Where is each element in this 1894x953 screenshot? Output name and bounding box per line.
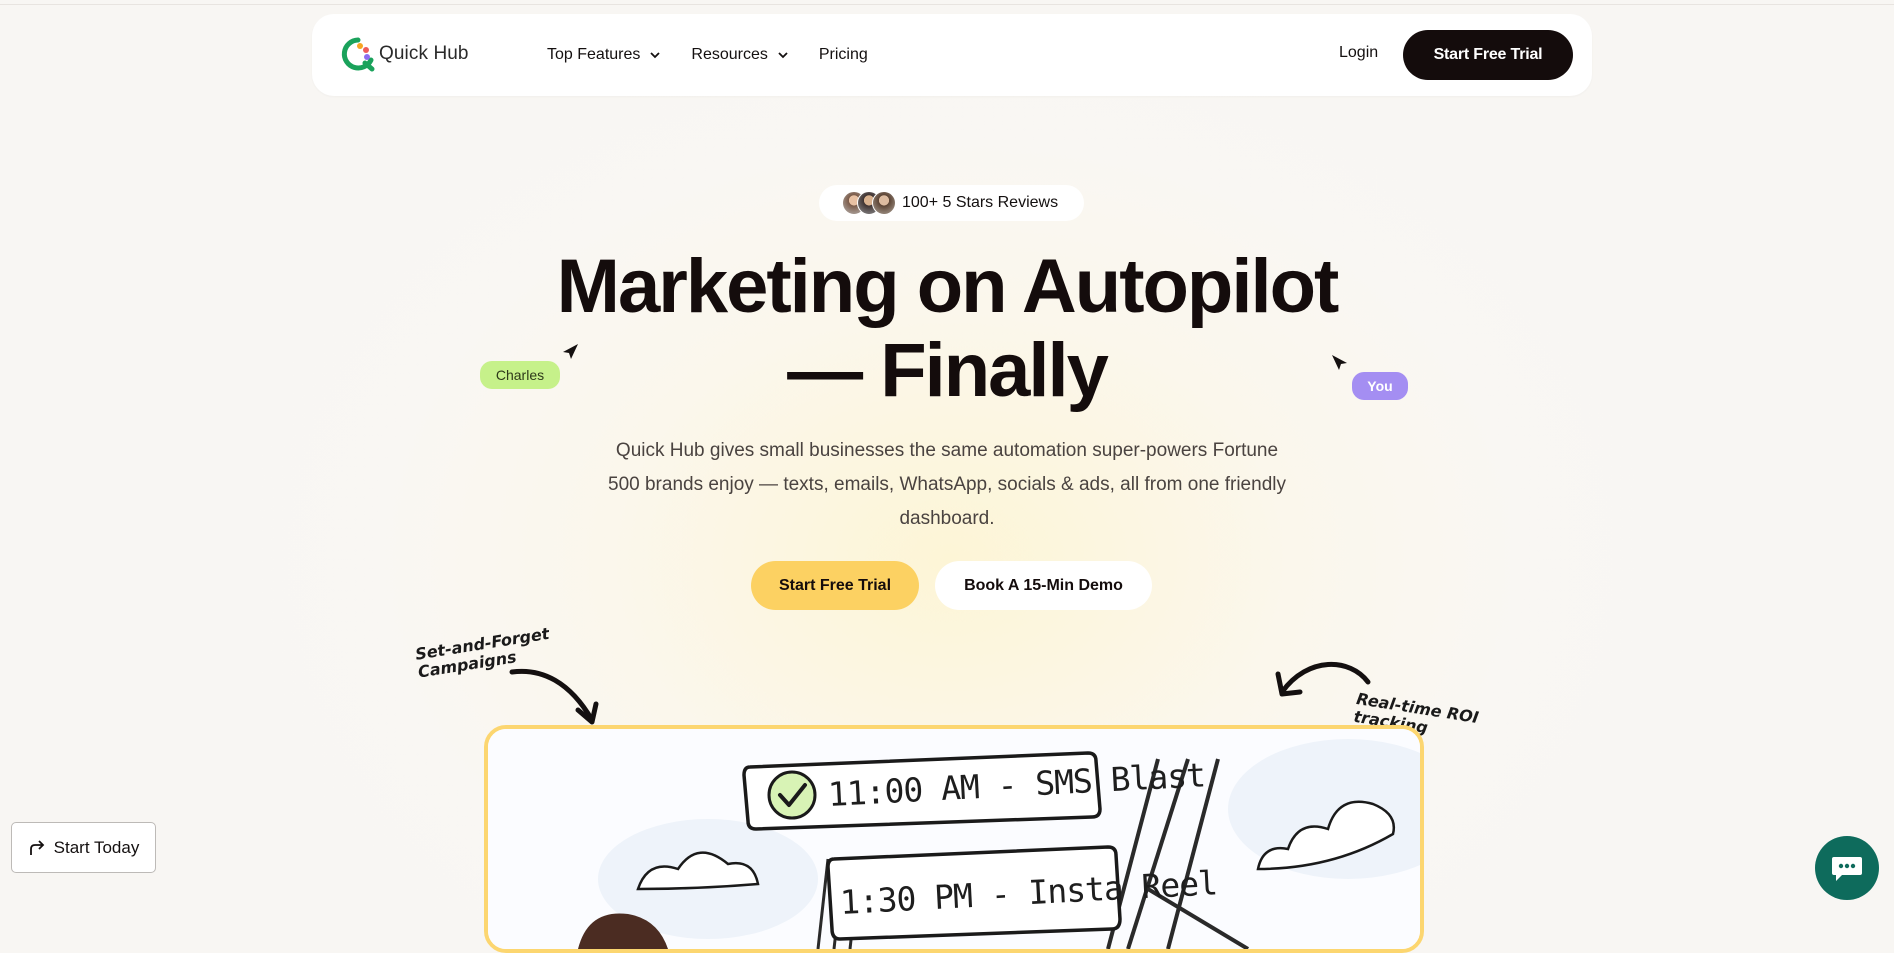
cursor-arrow-icon <box>563 344 578 359</box>
hero-subtext: Quick Hub gives small businesses the sam… <box>608 440 1286 529</box>
reviews-text: 100+ 5 Stars Reviews <box>902 194 1059 211</box>
chat-widget-button[interactable] <box>1815 836 1879 900</box>
nav-top-features[interactable]: Top Features <box>547 46 661 64</box>
hand-drawn-arrow-icon <box>1275 661 1371 697</box>
quick-hub-logo-icon <box>341 37 375 72</box>
reviews-badge: 100+ 5 Stars Reviews <box>819 185 1084 221</box>
chevron-down-icon <box>778 52 788 59</box>
product-preview-card: 11:00 AM - SMS Blast 1:30 PM - Insta Ree… <box>484 725 1424 953</box>
nav-resources-label: Resources <box>691 46 768 63</box>
nav-start-free-trial-button[interactable]: Start Free Trial <box>1403 30 1573 80</box>
avatar <box>872 191 896 215</box>
headline-line-2: — Finally <box>787 328 1109 413</box>
navbar: Quick Hub Top Features Resources Pricing… <box>312 14 1592 96</box>
start-today-label: Start Today <box>53 837 140 857</box>
share-arrow-icon <box>29 839 44 855</box>
brand-name: Quick Hub <box>379 43 469 64</box>
cursor-arrow-icon <box>1332 355 1347 370</box>
chevron-down-icon <box>650 52 661 59</box>
nav-links: Top Features Resources Pricing <box>547 14 898 96</box>
cursor-tag-you: You <box>1352 372 1408 400</box>
hand-drawn-arrow-icon <box>509 668 599 725</box>
top-divider <box>0 4 1894 5</box>
hero-headline: Marketing on Autopilot — Finally <box>447 245 1447 413</box>
nav-resources[interactable]: Resources <box>691 46 788 64</box>
book-demo-button[interactable]: Book A 15-Min Demo <box>935 561 1152 610</box>
nav-pricing[interactable]: Pricing <box>819 46 868 64</box>
nav-pricing-label: Pricing <box>818 46 868 63</box>
hero-start-free-trial-button[interactable]: Start Free Trial <box>751 561 919 610</box>
cursor-tag-charles: Charles <box>480 361 560 389</box>
nav-top-features-label: Top Features <box>547 46 641 63</box>
chat-bubble-icon <box>1832 857 1862 881</box>
headline-line-1: Marketing on Autopilot <box>556 244 1340 329</box>
brand-logo[interactable]: Quick Hub <box>340 36 469 72</box>
start-today-button[interactable]: Start Today <box>11 822 156 873</box>
login-link[interactable]: Login <box>1339 44 1378 62</box>
check-circle-icon <box>767 770 817 820</box>
reviewer-avatars <box>842 191 896 215</box>
